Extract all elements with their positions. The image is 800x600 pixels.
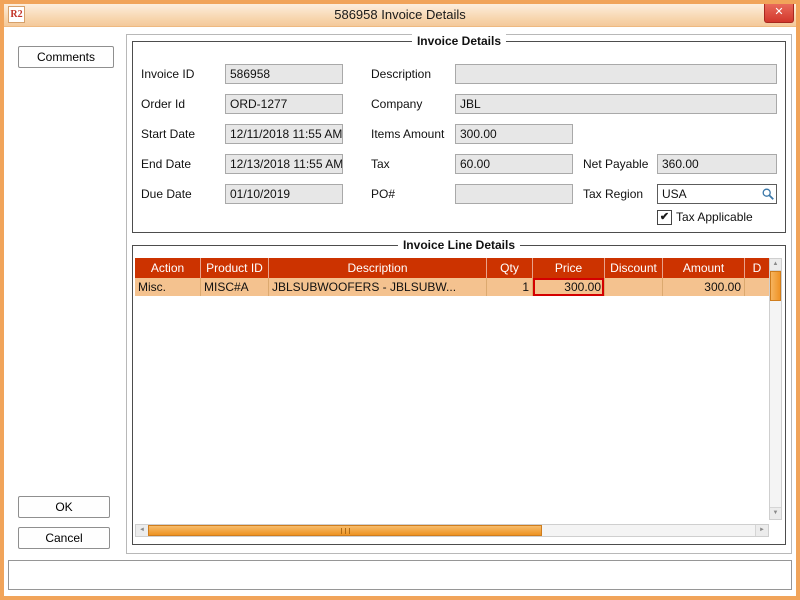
description-field[interactable] — [455, 64, 777, 84]
status-bar — [8, 560, 792, 590]
tax-applicable-label: Tax Applicable — [676, 207, 753, 227]
company-field[interactable]: JBL — [455, 94, 777, 114]
tax-region-label: Tax Region — [583, 184, 643, 204]
table-header-row: Action Product ID Description Qty Price … — [135, 258, 769, 278]
column-header-amount[interactable]: Amount — [663, 258, 745, 278]
line-items-table: Action Product ID Description Qty Price … — [135, 258, 769, 296]
scroll-up-icon[interactable]: ▲ — [770, 259, 781, 271]
description-label: Description — [371, 64, 431, 84]
invoice-line-details-group: Invoice Line Details Action Product ID D… — [132, 245, 786, 545]
invoice-details-title: Invoice Details — [412, 34, 506, 48]
horizontal-scrollbar[interactable]: ◄ ► — [135, 524, 769, 537]
column-header-discount[interactable]: Discount — [605, 258, 663, 278]
items-amount-label: Items Amount — [371, 124, 444, 144]
close-button[interactable]: ✕ — [764, 4, 794, 23]
invoice-line-details-title: Invoice Line Details — [398, 238, 520, 252]
column-header-price[interactable]: Price — [533, 258, 605, 278]
cell-description: JBLSUBWOOFERS - JBLSUBW... — [269, 278, 487, 296]
net-payable-label: Net Payable — [583, 154, 648, 174]
cell-discount — [605, 278, 663, 296]
vertical-scrollbar[interactable]: ▲ ▼ — [769, 258, 782, 520]
column-header-action[interactable]: Action — [135, 258, 201, 278]
order-id-field[interactable]: ORD-1277 — [225, 94, 343, 114]
cell-extra — [745, 278, 769, 296]
tax-field[interactable]: 60.00 — [455, 154, 573, 174]
comments-button[interactable]: Comments — [18, 46, 114, 68]
ok-button[interactable]: OK — [18, 496, 110, 518]
end-date-label: End Date — [141, 154, 191, 174]
start-date-label: Start Date — [141, 124, 195, 144]
tax-region-field[interactable]: USA — [657, 184, 777, 204]
vertical-scroll-thumb[interactable] — [770, 271, 781, 301]
invoice-details-group: Invoice Details Invoice ID 586958 Order … — [132, 41, 786, 233]
start-date-field[interactable]: 12/11/2018 11:55 AM — [225, 124, 343, 144]
tax-label: Tax — [371, 154, 390, 174]
close-icon: ✕ — [774, 6, 783, 18]
invoice-id-field[interactable]: 586958 — [225, 64, 343, 84]
scroll-down-icon[interactable]: ▼ — [770, 507, 781, 519]
company-label: Company — [371, 94, 422, 114]
dialog-window: R2 586958 Invoice Details ✕ Comments OK … — [0, 0, 800, 600]
po-label: PO# — [371, 184, 395, 204]
scroll-grip-icon — [341, 528, 350, 534]
check-icon: ✔ — [658, 211, 671, 223]
table-row[interactable]: Misc. MISC#A JBLSUBWOOFERS - JBLSUBW... … — [135, 278, 769, 296]
search-icon[interactable] — [761, 187, 775, 201]
due-date-field[interactable]: 01/10/2019 — [225, 184, 343, 204]
tax-region-value: USA — [662, 187, 687, 201]
window-title: 586958 Invoice Details — [4, 7, 796, 22]
column-header-product-id[interactable]: Product ID — [201, 258, 269, 278]
cell-amount: 300.00 — [663, 278, 745, 296]
cell-action: Misc. — [135, 278, 201, 296]
end-date-field[interactable]: 12/13/2018 11:55 AM — [225, 154, 343, 174]
titlebar: R2 586958 Invoice Details ✕ — [4, 4, 796, 27]
horizontal-scroll-thumb[interactable] — [148, 525, 542, 536]
tax-applicable-checkbox[interactable]: ✔ — [657, 210, 672, 225]
items-amount-field[interactable]: 300.00 — [455, 124, 573, 144]
due-date-label: Due Date — [141, 184, 192, 204]
column-header-description[interactable]: Description — [269, 258, 487, 278]
cancel-button[interactable]: Cancel — [18, 527, 110, 549]
main-panel: Invoice Details Invoice ID 586958 Order … — [126, 34, 792, 554]
net-payable-field[interactable]: 360.00 — [657, 154, 777, 174]
order-id-label: Order Id — [141, 94, 185, 114]
po-field[interactable] — [455, 184, 573, 204]
invoice-id-label: Invoice ID — [141, 64, 194, 84]
cell-price[interactable]: 300.00 — [533, 278, 605, 296]
column-header-partial[interactable]: D — [745, 258, 769, 278]
column-header-qty[interactable]: Qty — [487, 258, 533, 278]
scroll-right-icon[interactable]: ► — [755, 525, 768, 536]
cell-product-id: MISC#A — [201, 278, 269, 296]
cell-qty: 1 — [487, 278, 533, 296]
